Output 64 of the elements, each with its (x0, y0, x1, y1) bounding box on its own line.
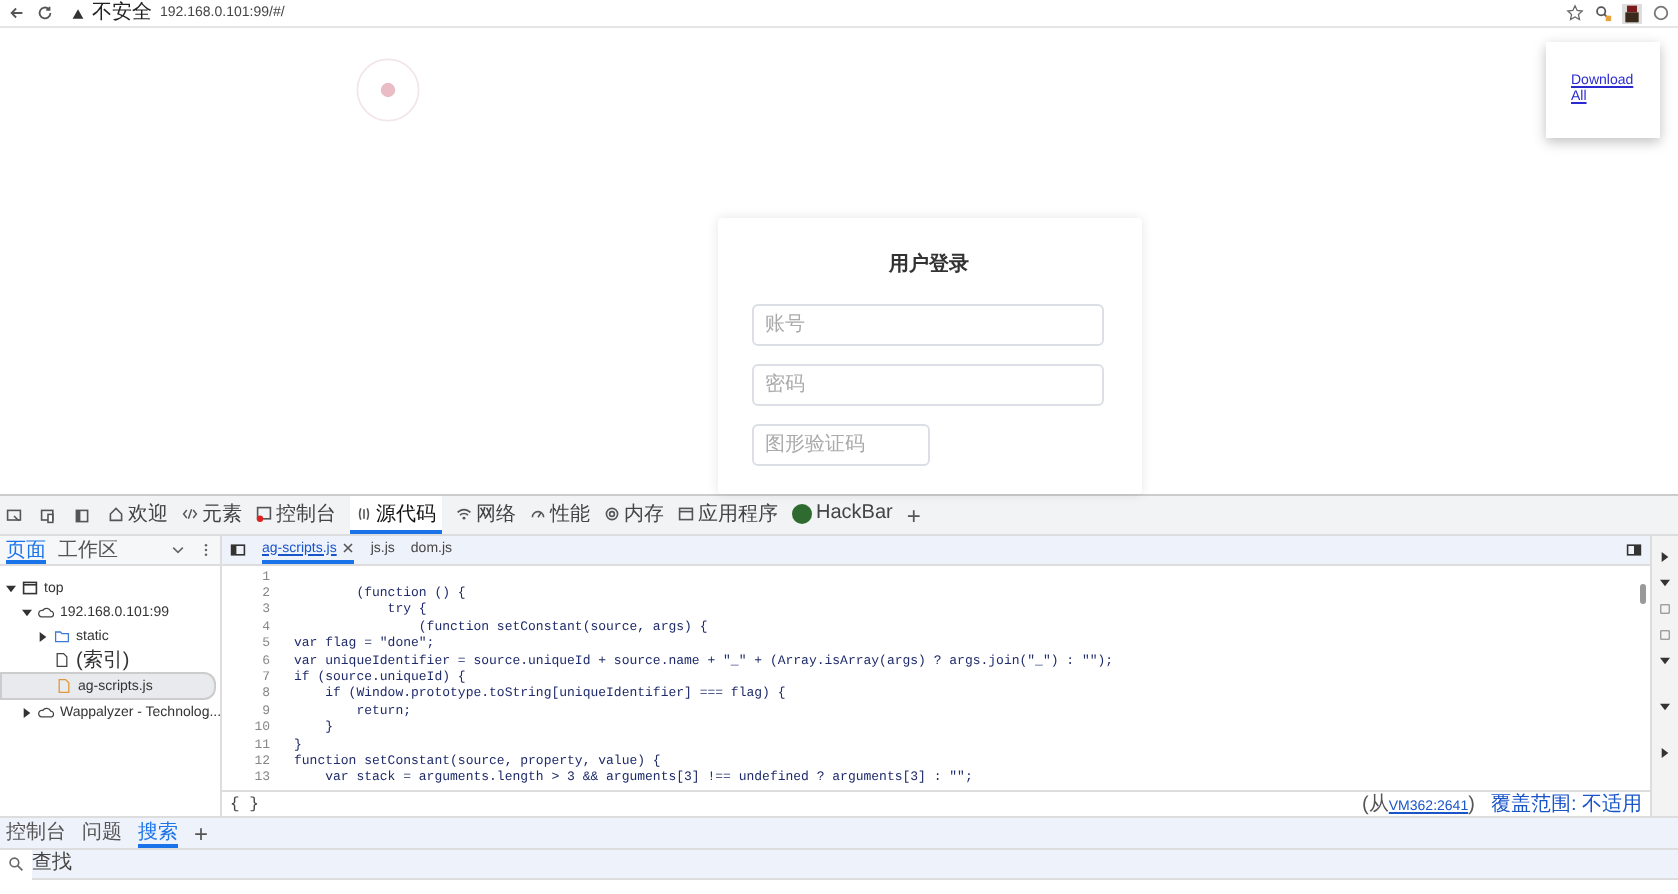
hackbar-logo-icon (792, 503, 812, 523)
expanded-triangle-icon[interactable] (6, 583, 16, 593)
format-button[interactable]: { } (230, 795, 259, 813)
drawer-tab[interactable]: 问题 (82, 818, 122, 848)
devtools-tab[interactable]: 欢迎 (108, 496, 168, 534)
checkbox-icon[interactable] (1660, 630, 1670, 640)
login-title: 用户登录 (887, 250, 971, 278)
star-icon[interactable] (1566, 4, 1584, 22)
key-icon[interactable] (1594, 4, 1612, 22)
close-icon[interactable] (342, 542, 355, 554)
panel-icon[interactable] (74, 507, 90, 523)
search-field[interactable]: 查找 (32, 849, 1678, 879)
devtools-tab[interactable]: 元素 (182, 496, 242, 534)
console-icon (256, 505, 272, 521)
expanded-triangle-icon[interactable] (1660, 656, 1670, 666)
collapsed-triangle-icon[interactable] (22, 707, 32, 717)
cloud-icon (38, 604, 54, 620)
drawer-tab[interactable]: 控制台 (6, 818, 66, 848)
expanded-triangle-icon[interactable] (1660, 702, 1670, 712)
collapsed-triangle-icon[interactable] (1660, 552, 1670, 562)
expanded-triangle-icon[interactable] (1660, 578, 1670, 588)
add-tab-button[interactable]: + (906, 501, 921, 529)
input-field[interactable]: 账号 (751, 304, 1103, 346)
device-icon[interactable] (40, 507, 56, 523)
memory-icon (604, 505, 620, 521)
extension-icon[interactable] (1622, 3, 1642, 23)
devtools-tab[interactable]: 应用程序 (678, 496, 778, 534)
reload-icon[interactable] (36, 4, 54, 22)
input-field[interactable]: 密码 (751, 364, 1103, 406)
gauge-icon (530, 505, 546, 521)
brackets-icon (356, 505, 372, 521)
navigator-tab[interactable]: 页面 (6, 536, 46, 564)
tree-item[interactable]: (索引) (0, 648, 216, 672)
devtools-tab[interactable]: 控制台 (256, 496, 336, 534)
devtools-tab[interactable]: 源代码 (350, 496, 442, 534)
sidebar-toggle-icon[interactable] (230, 542, 246, 558)
chevron-down-icon[interactable] (170, 542, 186, 558)
wifi-icon (456, 505, 472, 521)
panel-toggle-icon[interactable] (1626, 542, 1642, 558)
window-icon (678, 505, 694, 521)
expanded-triangle-icon[interactable] (22, 607, 32, 617)
devtools-tab[interactable]: 性能 (530, 496, 590, 534)
warning-icon (72, 7, 84, 19)
frame-icon (22, 580, 38, 596)
folder-icon (54, 628, 70, 644)
devtools-tab[interactable]: 内存 (604, 496, 664, 534)
home-icon (108, 505, 124, 521)
decor-circle-drawing (352, 54, 424, 126)
checkbox-icon[interactable] (1660, 604, 1670, 614)
back-icon[interactable] (8, 4, 26, 22)
profile-icon[interactable] (1652, 4, 1670, 22)
code-icon (182, 505, 198, 521)
devtools-tab[interactable]: HackBar (792, 496, 893, 534)
devtools-tab[interactable]: 网络 (456, 496, 516, 534)
input-field[interactable]: 图形验证码 (751, 424, 929, 466)
security-label[interactable]: 不安全 (92, 1, 152, 25)
collapsed-triangle-icon[interactable] (38, 631, 48, 641)
search-icon (8, 856, 24, 872)
inspect-icon[interactable] (6, 507, 22, 523)
cloud-icon (38, 704, 54, 720)
collapsed-triangle-icon[interactable] (1660, 748, 1670, 758)
add-tab-button[interactable]: + (194, 819, 209, 847)
navigator-tab[interactable]: 工作区 (58, 536, 118, 564)
coverage-text[interactable]: 覆盖范围: 不适用 (1490, 790, 1642, 818)
